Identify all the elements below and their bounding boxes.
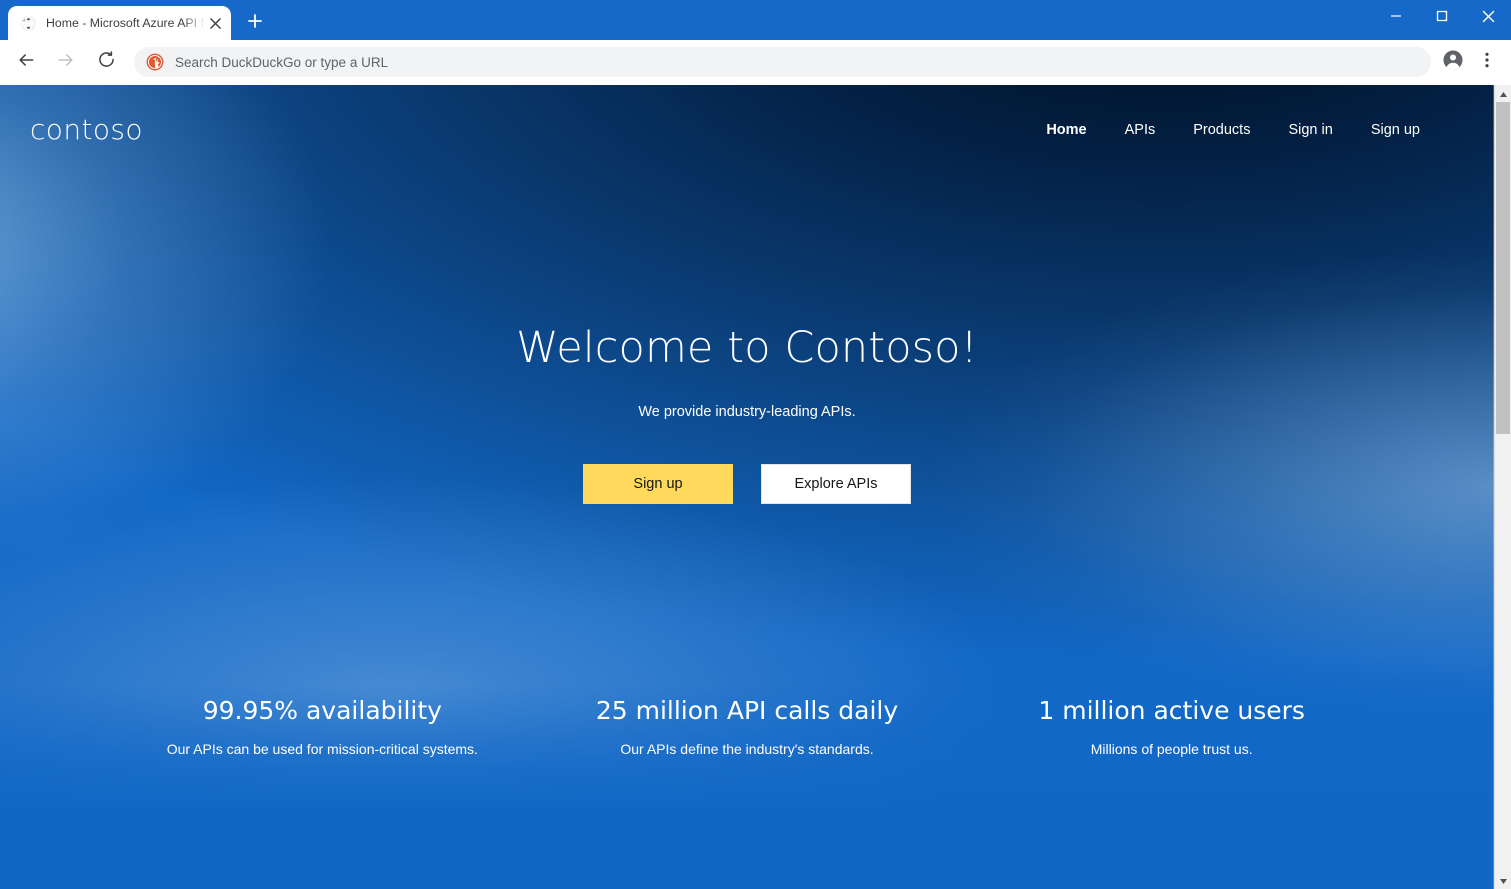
- maximize-button[interactable]: [1419, 0, 1465, 32]
- browser-menu-button[interactable]: [1471, 46, 1503, 78]
- address-bar[interactable]: Search DuckDuckGo or type a URL: [134, 47, 1431, 77]
- window-close-button[interactable]: [1465, 0, 1511, 32]
- minimize-button[interactable]: [1373, 0, 1419, 32]
- forward-button: [49, 45, 83, 79]
- globe-icon: [20, 15, 37, 32]
- stat-value: 99.95% availability: [202, 696, 442, 726]
- scroll-up-arrow-icon: [1499, 85, 1508, 103]
- hero-section: Welcome to Contoso! We provide industry-…: [0, 175, 1494, 505]
- contoso-developer-portal: contoso Home APIs Products Sign in Sign …: [0, 85, 1494, 889]
- profile-button[interactable]: [1437, 46, 1469, 78]
- hero-subtitle: We provide industry-leading APIs.: [638, 404, 856, 421]
- stats-section: 99.95% availability Our APIs can be used…: [0, 696, 1494, 757]
- three-dot-menu-icon: [1478, 51, 1496, 74]
- page-viewport: contoso Home APIs Products Sign in Sign …: [0, 85, 1511, 889]
- close-icon[interactable]: [205, 13, 225, 33]
- reload-button[interactable]: [89, 45, 123, 79]
- account-avatar-icon: [1442, 49, 1464, 76]
- stat-value: 25 million API calls daily: [595, 696, 899, 726]
- maximize-icon: [1436, 10, 1448, 22]
- page-scrollbar[interactable]: [1494, 85, 1511, 889]
- duckduckgo-icon: [146, 53, 164, 71]
- minimize-icon: [1390, 10, 1402, 22]
- stat-item: 1 million active users Millions of peopl…: [959, 696, 1384, 757]
- scrollbar-thumb[interactable]: [1496, 102, 1510, 434]
- hero-actions: Sign up Explore APIs: [0, 464, 1494, 505]
- nav-link-home[interactable]: Home: [1046, 122, 1086, 138]
- nav-link-apis[interactable]: APIs: [1125, 122, 1156, 138]
- hero-title: Welcome to Contoso!: [516, 323, 978, 373]
- new-tab-button[interactable]: [241, 9, 269, 37]
- explore-apis-button[interactable]: Explore APIs: [761, 464, 911, 505]
- address-bar-text: Search DuckDuckGo or type a URL: [175, 54, 389, 70]
- reload-icon: [97, 50, 116, 74]
- tab-title: Home - Microsoft Azure API Man: [46, 16, 205, 30]
- nav-link-sign-in[interactable]: Sign in: [1288, 122, 1332, 138]
- stat-description: Millions of people trust us.: [1090, 741, 1253, 758]
- site-header: contoso Home APIs Products Sign in Sign …: [0, 85, 1494, 175]
- back-arrow-icon: [16, 50, 36, 75]
- stat-item: 25 million API calls daily Our APIs defi…: [535, 696, 960, 757]
- close-icon: [1482, 10, 1495, 23]
- stat-value: 1 million active users: [1038, 696, 1305, 726]
- window-controls: [1373, 0, 1511, 32]
- sign-up-button[interactable]: Sign up: [583, 464, 733, 505]
- contoso-logo[interactable]: contoso: [30, 116, 143, 144]
- forward-arrow-icon: [56, 50, 76, 75]
- plus-icon: [248, 13, 262, 33]
- tab-strip: Home - Microsoft Azure API Man: [0, 0, 1511, 40]
- site-navigation: Home APIs Products Sign in Sign up: [1046, 122, 1458, 138]
- browser-tab[interactable]: Home - Microsoft Azure API Man: [8, 6, 231, 40]
- nav-link-products[interactable]: Products: [1193, 122, 1250, 138]
- stat-description: Our APIs define the industry's standards…: [620, 741, 874, 758]
- scrollbar-track[interactable]: [1495, 102, 1511, 872]
- nav-link-sign-up[interactable]: Sign up: [1371, 122, 1420, 138]
- scroll-up-button[interactable]: [1495, 85, 1511, 102]
- browser-toolbar: Search DuckDuckGo or type a URL: [0, 40, 1511, 85]
- back-button[interactable]: [9, 45, 43, 79]
- scroll-down-button[interactable]: [1495, 872, 1511, 889]
- scroll-down-arrow-icon: [1499, 872, 1508, 889]
- stat-item: 99.95% availability Our APIs can be used…: [110, 696, 535, 757]
- browser-window: Home - Microsoft Azure API Man: [0, 0, 1511, 889]
- stat-description: Our APIs can be used for mission-critica…: [166, 741, 478, 758]
